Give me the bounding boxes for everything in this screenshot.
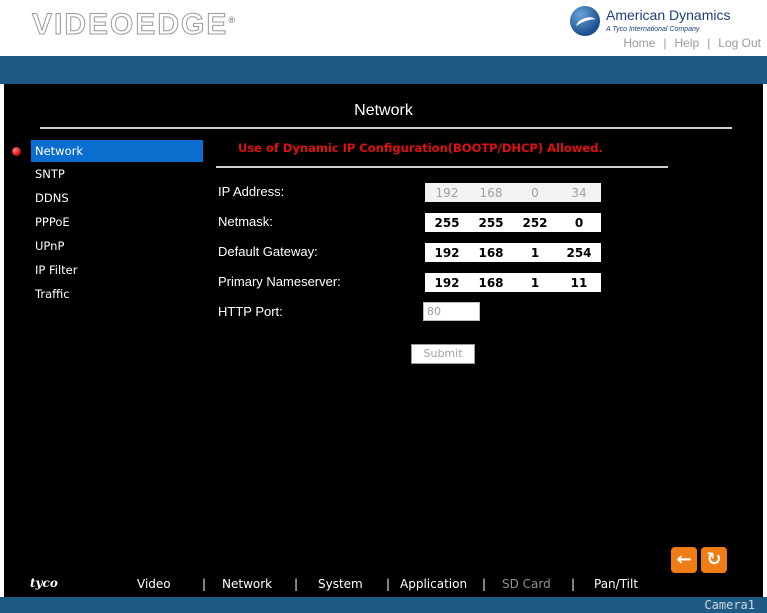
tyco-logo: tyco bbox=[30, 576, 58, 590]
dhcp-notice: Use of Dynamic IP Configuration(BOOTP/DH… bbox=[238, 141, 603, 155]
top-nav: Home | Help | Log Out bbox=[623, 36, 761, 50]
footer-separator: | bbox=[482, 577, 487, 591]
ip-address-octet-2 bbox=[469, 183, 513, 202]
http-port-input bbox=[423, 302, 480, 321]
default-gateway-label: Default Gateway: bbox=[218, 244, 318, 259]
videoedge-logo: VIDEOEDGE® bbox=[31, 8, 238, 42]
page-title: Network bbox=[354, 102, 413, 119]
top-blue-bar bbox=[0, 56, 767, 84]
footer-separator: | bbox=[202, 577, 207, 591]
nameserver-octet-1[interactable] bbox=[425, 273, 469, 292]
http-port-label: HTTP Port: bbox=[218, 304, 283, 319]
netmask-label: Netmask: bbox=[218, 214, 273, 229]
ip-address-octet-3 bbox=[513, 183, 557, 202]
brand-name: American Dynamics bbox=[606, 7, 731, 23]
active-bullet-icon bbox=[12, 147, 21, 156]
nav-separator: | bbox=[663, 36, 667, 50]
header: VIDEOEDGE® American Dynamics A Tyco Inte… bbox=[0, 0, 767, 56]
netmask-octet-4[interactable] bbox=[557, 213, 601, 232]
footer-separator: | bbox=[571, 577, 576, 591]
brand-subtitle: A Tyco International Company bbox=[606, 26, 700, 33]
sidebar-item-network[interactable]: Network bbox=[31, 140, 203, 162]
footer-nav-video[interactable]: Video bbox=[137, 577, 171, 591]
sidebar-item-ddns[interactable]: DDNS bbox=[31, 187, 203, 209]
netmask-octet-2[interactable] bbox=[469, 213, 513, 232]
default-gateway-field[interactable] bbox=[425, 243, 601, 262]
camera-name: Camera1 bbox=[704, 598, 755, 612]
ip-address-octet-1 bbox=[425, 183, 469, 202]
submit-button[interactable]: Submit bbox=[411, 344, 475, 364]
gateway-octet-2[interactable] bbox=[469, 243, 513, 262]
nav-separator: | bbox=[707, 36, 711, 50]
footer-nav-application[interactable]: Application bbox=[400, 577, 467, 591]
globe-logo-icon bbox=[570, 6, 600, 36]
footer-nav-pan-tilt[interactable]: Pan/Tilt bbox=[594, 577, 638, 591]
ip-address-field bbox=[425, 183, 601, 202]
footer-nav-network[interactable]: Network bbox=[222, 577, 272, 591]
netmask-octet-3[interactable] bbox=[513, 213, 557, 232]
gateway-octet-1[interactable] bbox=[425, 243, 469, 262]
nameserver-octet-4[interactable] bbox=[557, 273, 601, 292]
notice-divider bbox=[216, 166, 668, 168]
footer-nav-system[interactable]: System bbox=[318, 577, 363, 591]
help-link[interactable]: Help bbox=[674, 36, 699, 50]
bottom-status-bar: Camera1 bbox=[0, 597, 767, 613]
arrow-left-icon[interactable]: ← bbox=[671, 547, 697, 573]
ip-address-octet-4 bbox=[557, 183, 601, 202]
refresh-icon[interactable]: ↻ bbox=[701, 547, 727, 573]
ip-address-label: IP Address: bbox=[218, 184, 285, 199]
title-divider bbox=[40, 127, 732, 129]
main-panel: Network Network SNTP DDNS PPPoE UPnP IP … bbox=[4, 84, 763, 597]
gateway-octet-3[interactable] bbox=[513, 243, 557, 262]
sidebar-item-traffic[interactable]: Traffic bbox=[31, 283, 203, 305]
footer-nav: tyco Video | Network | System | Applicat… bbox=[4, 576, 763, 596]
footer-separator: | bbox=[294, 577, 299, 591]
footer-nav-sd-card: SD Card bbox=[502, 577, 551, 591]
primary-nameserver-field[interactable] bbox=[425, 273, 601, 292]
sidebar-item-upnp[interactable]: UPnP bbox=[31, 235, 203, 257]
sidebar-item-sntp[interactable]: SNTP bbox=[31, 163, 203, 185]
nameserver-octet-3[interactable] bbox=[513, 273, 557, 292]
sidebar-item-ip-filter[interactable]: IP Filter bbox=[31, 259, 203, 281]
nameserver-octet-2[interactable] bbox=[469, 273, 513, 292]
home-link[interactable]: Home bbox=[623, 36, 655, 50]
primary-nameserver-label: Primary Nameserver: bbox=[218, 274, 341, 289]
netmask-octet-1[interactable] bbox=[425, 213, 469, 232]
gateway-octet-4[interactable] bbox=[557, 243, 601, 262]
logout-link[interactable]: Log Out bbox=[718, 36, 761, 50]
sidebar-item-pppoe[interactable]: PPPoE bbox=[31, 211, 203, 233]
netmask-field[interactable] bbox=[425, 213, 601, 232]
footer-separator: | bbox=[386, 577, 391, 591]
